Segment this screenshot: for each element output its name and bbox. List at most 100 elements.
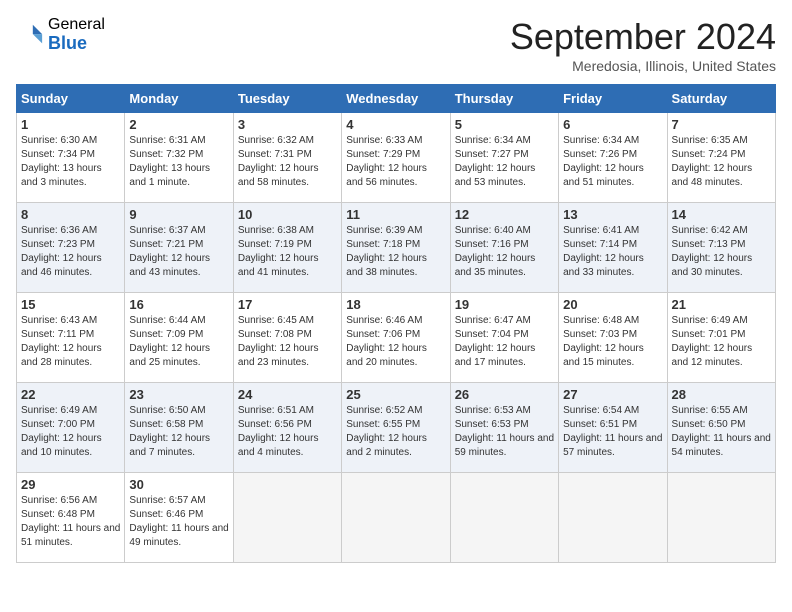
day-detail: Sunrise: 6:49 AMSunset: 7:00 PMDaylight:… xyxy=(21,405,102,458)
day-detail: Sunrise: 6:38 AMSunset: 7:19 PMDaylight:… xyxy=(238,225,319,278)
day-number: 3 xyxy=(238,117,337,132)
day-detail: Sunrise: 6:53 AMSunset: 6:53 PMDaylight:… xyxy=(455,405,554,458)
day-detail: Sunrise: 6:41 AMSunset: 7:14 PMDaylight:… xyxy=(563,225,644,278)
table-row: 28 Sunrise: 6:55 AMSunset: 6:50 PMDaylig… xyxy=(667,383,775,473)
table-row xyxy=(342,473,450,563)
table-row: 7 Sunrise: 6:35 AMSunset: 7:24 PMDayligh… xyxy=(667,113,775,203)
day-number: 16 xyxy=(129,297,228,312)
table-row: 12 Sunrise: 6:40 AMSunset: 7:16 PMDaylig… xyxy=(450,203,558,293)
day-detail: Sunrise: 6:37 AMSunset: 7:21 PMDaylight:… xyxy=(129,225,210,278)
day-number: 20 xyxy=(563,297,662,312)
day-detail: Sunrise: 6:33 AMSunset: 7:29 PMDaylight:… xyxy=(346,135,427,188)
table-row: 14 Sunrise: 6:42 AMSunset: 7:13 PMDaylig… xyxy=(667,203,775,293)
table-row: 26 Sunrise: 6:53 AMSunset: 6:53 PMDaylig… xyxy=(450,383,558,473)
table-row xyxy=(233,473,341,563)
day-number: 28 xyxy=(672,387,771,402)
day-detail: Sunrise: 6:49 AMSunset: 7:01 PMDaylight:… xyxy=(672,315,753,368)
table-row: 6 Sunrise: 6:34 AMSunset: 7:26 PMDayligh… xyxy=(559,113,667,203)
table-row: 4 Sunrise: 6:33 AMSunset: 7:29 PMDayligh… xyxy=(342,113,450,203)
day-number: 14 xyxy=(672,207,771,222)
day-number: 13 xyxy=(563,207,662,222)
table-row: 19 Sunrise: 6:47 AMSunset: 7:04 PMDaylig… xyxy=(450,293,558,383)
day-number: 26 xyxy=(455,387,554,402)
day-number: 27 xyxy=(563,387,662,402)
day-detail: Sunrise: 6:32 AMSunset: 7:31 PMDaylight:… xyxy=(238,135,319,188)
day-detail: Sunrise: 6:55 AMSunset: 6:50 PMDaylight:… xyxy=(672,405,771,458)
calendar-row: 1 Sunrise: 6:30 AMSunset: 7:34 PMDayligh… xyxy=(17,113,776,203)
day-detail: Sunrise: 6:34 AMSunset: 7:27 PMDaylight:… xyxy=(455,135,536,188)
table-row: 25 Sunrise: 6:52 AMSunset: 6:55 PMDaylig… xyxy=(342,383,450,473)
day-number: 4 xyxy=(346,117,445,132)
day-number: 7 xyxy=(672,117,771,132)
day-detail: Sunrise: 6:51 AMSunset: 6:56 PMDaylight:… xyxy=(238,405,319,458)
logo-blue: Blue xyxy=(48,34,105,54)
col-monday: Monday xyxy=(125,85,233,113)
day-number: 24 xyxy=(238,387,337,402)
table-row: 9 Sunrise: 6:37 AMSunset: 7:21 PMDayligh… xyxy=(125,203,233,293)
calendar-row: 29 Sunrise: 6:56 AMSunset: 6:48 PMDaylig… xyxy=(17,473,776,563)
table-row: 18 Sunrise: 6:46 AMSunset: 7:06 PMDaylig… xyxy=(342,293,450,383)
day-detail: Sunrise: 6:47 AMSunset: 7:04 PMDaylight:… xyxy=(455,315,536,368)
day-detail: Sunrise: 6:36 AMSunset: 7:23 PMDaylight:… xyxy=(21,225,102,278)
day-number: 18 xyxy=(346,297,445,312)
day-detail: Sunrise: 6:52 AMSunset: 6:55 PMDaylight:… xyxy=(346,405,427,458)
logo-general: General xyxy=(48,16,105,34)
month-title: September 2024 xyxy=(510,16,776,58)
day-detail: Sunrise: 6:56 AMSunset: 6:48 PMDaylight:… xyxy=(21,495,120,548)
day-detail: Sunrise: 6:50 AMSunset: 6:58 PMDaylight:… xyxy=(129,405,210,458)
logo-text: General Blue xyxy=(48,16,105,53)
day-detail: Sunrise: 6:40 AMSunset: 7:16 PMDaylight:… xyxy=(455,225,536,278)
table-row: 16 Sunrise: 6:44 AMSunset: 7:09 PMDaylig… xyxy=(125,293,233,383)
day-detail: Sunrise: 6:42 AMSunset: 7:13 PMDaylight:… xyxy=(672,225,753,278)
table-row: 30 Sunrise: 6:57 AMSunset: 6:46 PMDaylig… xyxy=(125,473,233,563)
day-number: 2 xyxy=(129,117,228,132)
day-number: 10 xyxy=(238,207,337,222)
day-detail: Sunrise: 6:30 AMSunset: 7:34 PMDaylight:… xyxy=(21,135,102,188)
table-row: 11 Sunrise: 6:39 AMSunset: 7:18 PMDaylig… xyxy=(342,203,450,293)
page-header: General Blue September 2024 Meredosia, I… xyxy=(16,16,776,74)
calendar-table: Sunday Monday Tuesday Wednesday Thursday… xyxy=(16,84,776,563)
day-number: 12 xyxy=(455,207,554,222)
table-row: 5 Sunrise: 6:34 AMSunset: 7:27 PMDayligh… xyxy=(450,113,558,203)
table-row xyxy=(450,473,558,563)
day-detail: Sunrise: 6:34 AMSunset: 7:26 PMDaylight:… xyxy=(563,135,644,188)
day-detail: Sunrise: 6:35 AMSunset: 7:24 PMDaylight:… xyxy=(672,135,753,188)
day-number: 23 xyxy=(129,387,228,402)
table-row: 22 Sunrise: 6:49 AMSunset: 7:00 PMDaylig… xyxy=(17,383,125,473)
day-number: 6 xyxy=(563,117,662,132)
title-section: September 2024 Meredosia, Illinois, Unit… xyxy=(510,16,776,74)
table-row: 1 Sunrise: 6:30 AMSunset: 7:34 PMDayligh… xyxy=(17,113,125,203)
day-number: 11 xyxy=(346,207,445,222)
col-sunday: Sunday xyxy=(17,85,125,113)
day-detail: Sunrise: 6:45 AMSunset: 7:08 PMDaylight:… xyxy=(238,315,319,368)
table-row: 27 Sunrise: 6:54 AMSunset: 6:51 PMDaylig… xyxy=(559,383,667,473)
day-number: 15 xyxy=(21,297,120,312)
day-number: 30 xyxy=(129,477,228,492)
day-number: 1 xyxy=(21,117,120,132)
col-friday: Friday xyxy=(559,85,667,113)
day-detail: Sunrise: 6:31 AMSunset: 7:32 PMDaylight:… xyxy=(129,135,210,188)
day-detail: Sunrise: 6:57 AMSunset: 6:46 PMDaylight:… xyxy=(129,495,228,548)
day-detail: Sunrise: 6:54 AMSunset: 6:51 PMDaylight:… xyxy=(563,405,662,458)
table-row: 10 Sunrise: 6:38 AMSunset: 7:19 PMDaylig… xyxy=(233,203,341,293)
table-row: 24 Sunrise: 6:51 AMSunset: 6:56 PMDaylig… xyxy=(233,383,341,473)
table-row: 15 Sunrise: 6:43 AMSunset: 7:11 PMDaylig… xyxy=(17,293,125,383)
table-row: 17 Sunrise: 6:45 AMSunset: 7:08 PMDaylig… xyxy=(233,293,341,383)
col-thursday: Thursday xyxy=(450,85,558,113)
day-number: 8 xyxy=(21,207,120,222)
table-row: 20 Sunrise: 6:48 AMSunset: 7:03 PMDaylig… xyxy=(559,293,667,383)
table-row: 8 Sunrise: 6:36 AMSunset: 7:23 PMDayligh… xyxy=(17,203,125,293)
day-number: 19 xyxy=(455,297,554,312)
table-row: 29 Sunrise: 6:56 AMSunset: 6:48 PMDaylig… xyxy=(17,473,125,563)
table-row xyxy=(667,473,775,563)
day-number: 21 xyxy=(672,297,771,312)
day-number: 17 xyxy=(238,297,337,312)
day-number: 9 xyxy=(129,207,228,222)
day-detail: Sunrise: 6:39 AMSunset: 7:18 PMDaylight:… xyxy=(346,225,427,278)
day-detail: Sunrise: 6:43 AMSunset: 7:11 PMDaylight:… xyxy=(21,315,102,368)
day-detail: Sunrise: 6:46 AMSunset: 7:06 PMDaylight:… xyxy=(346,315,427,368)
table-row: 21 Sunrise: 6:49 AMSunset: 7:01 PMDaylig… xyxy=(667,293,775,383)
logo-icon xyxy=(16,21,44,49)
day-number: 25 xyxy=(346,387,445,402)
logo: General Blue xyxy=(16,16,105,53)
